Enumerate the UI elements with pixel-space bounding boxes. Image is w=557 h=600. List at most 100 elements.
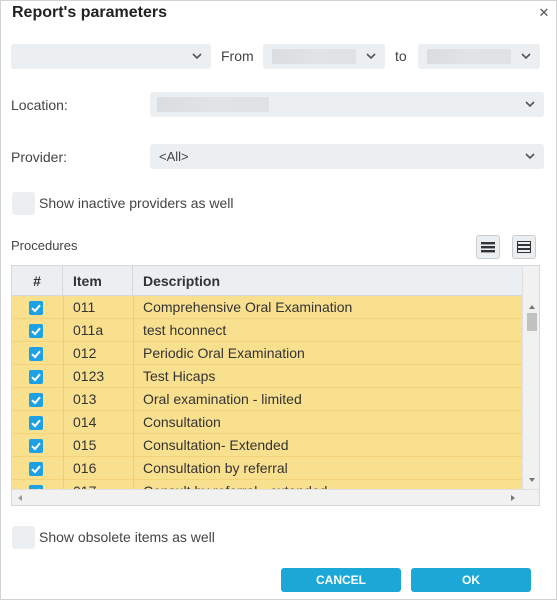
column-divider <box>63 434 64 457</box>
check-icon <box>31 304 41 313</box>
item-description: Oral examination - limited <box>143 391 302 407</box>
show-inactive-checkbox[interactable] <box>12 192 35 215</box>
period-select[interactable] <box>11 44 211 69</box>
table-header: # Item Description <box>12 266 522 296</box>
table-row[interactable]: 013 Oral examination - limited <box>12 388 522 411</box>
item-description: Consult by referral - extended <box>143 480 327 489</box>
redacted-value <box>272 49 356 64</box>
item-code: 017 <box>73 480 96 489</box>
chevron-down-icon <box>525 153 535 160</box>
column-header-item[interactable]: Item <box>63 266 133 296</box>
table-row[interactable]: 011a test hconnect <box>12 319 522 342</box>
provider-value: <All> <box>159 149 189 164</box>
item-description: Test Hicaps <box>143 368 216 384</box>
list-icon <box>481 242 495 253</box>
show-obsolete-label: Show obsolete items as well <box>39 529 215 545</box>
chevron-down-icon <box>366 53 376 60</box>
item-code: 016 <box>73 460 97 476</box>
column-divider <box>133 434 134 457</box>
procedures-label: Procedures <box>11 238 78 253</box>
location-label: Location: <box>11 97 68 113</box>
column-divider <box>63 342 64 365</box>
item-code: 015 <box>73 437 97 453</box>
dialog-title: Report's parameters <box>12 4 167 21</box>
table-row[interactable]: 014 Consultation <box>12 411 522 434</box>
scroll-down-icon[interactable] <box>523 474 540 486</box>
check-icon <box>31 442 41 451</box>
close-icon[interactable]: ✕ <box>538 6 550 19</box>
column-divider <box>63 411 64 434</box>
deselect-all-button[interactable] <box>512 235 536 259</box>
column-divider <box>133 296 134 319</box>
row-checkbox[interactable] <box>29 370 43 384</box>
scroll-up-icon[interactable] <box>523 301 540 313</box>
row-checkbox[interactable] <box>29 324 43 338</box>
item-description: Consultation by referral <box>143 460 288 476</box>
horizontal-scrollbar[interactable] <box>12 489 539 506</box>
item-description: Comprehensive Oral Examination <box>143 299 353 315</box>
column-divider <box>63 388 64 411</box>
row-checkbox[interactable] <box>29 416 43 430</box>
row-checkbox[interactable] <box>29 393 43 407</box>
item-description: Periodic Oral Examination <box>143 345 305 361</box>
provider-select[interactable]: <All> <box>150 144 544 169</box>
provider-label: Provider: <box>11 149 68 165</box>
ok-button[interactable]: OK <box>411 568 531 592</box>
row-checkbox[interactable] <box>29 439 43 453</box>
column-header-number[interactable]: # <box>12 266 63 296</box>
table-row[interactable]: 0123 Test Hicaps <box>12 365 522 388</box>
row-checkbox[interactable] <box>29 347 43 361</box>
to-label: to <box>395 48 407 64</box>
redacted-value <box>427 49 511 64</box>
from-date-select[interactable] <box>263 44 385 69</box>
item-code: 011 <box>73 299 96 315</box>
column-divider <box>63 457 64 480</box>
column-divider <box>133 319 134 342</box>
column-divider <box>133 388 134 411</box>
table-row[interactable]: 012 Periodic Oral Examination <box>12 342 522 365</box>
column-divider <box>133 342 134 365</box>
table-row[interactable]: 017 Consult by referral - extended <box>12 480 522 489</box>
item-code: 012 <box>73 345 97 361</box>
check-icon <box>31 373 41 382</box>
table-row[interactable]: 015 Consultation- Extended <box>12 434 522 457</box>
table-row[interactable]: 016 Consultation by referral <box>12 457 522 480</box>
report-parameters-dialog: Report's parameters ✕ From to Location: … <box>0 0 557 600</box>
select-all-button[interactable] <box>476 235 500 259</box>
column-header-description[interactable]: Description <box>133 266 522 296</box>
item-description: test hconnect <box>143 322 227 338</box>
redacted-value <box>157 97 269 112</box>
procedures-table: # Item Description 011 Comprehensive Oral… <box>11 265 540 506</box>
vertical-scrollbar[interactable] <box>522 266 540 489</box>
table-row[interactable]: 011 Comprehensive Oral Examination <box>12 296 522 319</box>
table-body: 011 Comprehensive Oral Examination 011a tes… <box>12 296 522 489</box>
location-select[interactable] <box>150 92 544 117</box>
to-date-select[interactable] <box>418 44 540 69</box>
show-obsolete-checkbox[interactable] <box>12 526 35 549</box>
item-code: 0123 <box>73 368 105 384</box>
list-outline-icon <box>517 241 531 253</box>
row-checkbox[interactable] <box>29 301 43 315</box>
column-divider <box>63 480 64 489</box>
column-divider <box>63 319 64 342</box>
column-divider <box>133 411 134 434</box>
item-code: 013 <box>73 391 97 407</box>
scroll-right-icon[interactable] <box>507 490 519 506</box>
row-checkbox[interactable] <box>29 462 43 476</box>
chevron-down-icon <box>525 101 535 108</box>
check-icon <box>31 327 41 336</box>
column-divider <box>63 365 64 388</box>
scroll-left-icon[interactable] <box>14 490 26 506</box>
from-label: From <box>221 48 254 64</box>
item-code: 014 <box>73 414 97 430</box>
column-divider <box>133 480 134 489</box>
check-icon <box>31 396 41 405</box>
cancel-button[interactable]: CANCEL <box>281 568 401 592</box>
chevron-down-icon <box>521 53 531 60</box>
check-icon <box>31 465 41 474</box>
scrollbar-thumb[interactable] <box>527 313 537 331</box>
show-inactive-label: Show inactive providers as well <box>39 195 234 211</box>
check-icon <box>31 419 41 428</box>
item-description: Consultation <box>143 414 221 430</box>
item-code: 011a <box>73 322 104 338</box>
